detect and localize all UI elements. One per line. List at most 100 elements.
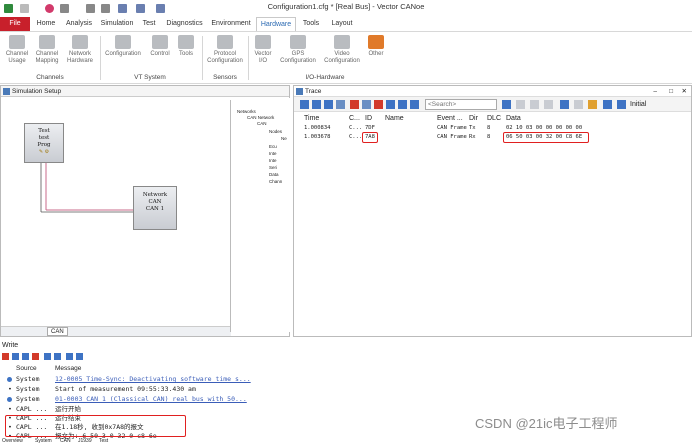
vector-io-icon	[255, 35, 271, 49]
vt-tools-button[interactable]: Tools	[175, 35, 197, 58]
col-channel[interactable]: C...	[349, 115, 360, 122]
clear-icon[interactable]	[2, 353, 9, 360]
col-message[interactable]: Message	[55, 365, 81, 372]
tree-nodes[interactable]: Nodes	[269, 129, 282, 134]
tab-test[interactable]: Test	[99, 438, 108, 444]
quick-access-bar: Configuration1.cfg * [Real Bus] - Vector…	[0, 0, 692, 17]
tab-analysis[interactable]: Analysis	[62, 17, 96, 31]
channel-usage-button[interactable]: Channel Usage	[3, 35, 31, 65]
toolbar-icon[interactable]	[588, 100, 597, 109]
tab-home[interactable]: Home	[32, 17, 60, 31]
simulation-setup-icon	[3, 88, 10, 95]
toolbar-icon[interactable]	[544, 100, 553, 109]
ribbon-separator	[202, 36, 203, 80]
tab-j1939[interactable]: J1939	[78, 438, 92, 444]
vt-control-icon	[152, 35, 168, 49]
col-name[interactable]: Name	[385, 115, 404, 122]
trace-row[interactable]: 1.003678 C... 7A8 CAN Frame Rx 8 06 50 0…	[304, 133, 684, 142]
toolbar-icon[interactable]	[336, 100, 345, 109]
vt-configuration-button[interactable]: Configuration	[103, 35, 143, 58]
tree-ecu[interactable]: Ecu	[269, 144, 277, 149]
tree-networks[interactable]: Networks	[237, 109, 256, 114]
test-node[interactable]: Test test Prog ✎ ⚙	[24, 123, 64, 163]
toolbar-icon[interactable]	[362, 100, 371, 109]
filter-icon[interactable]	[560, 100, 569, 109]
tab-simulation[interactable]: Simulation	[98, 17, 136, 31]
toolbar-icon[interactable]	[324, 100, 333, 109]
toolbar-icon[interactable]	[516, 100, 525, 109]
simulation-scrollbar[interactable]: CAN	[1, 326, 231, 336]
layout-icon[interactable]	[617, 100, 626, 109]
tab-environment[interactable]: Environment	[208, 17, 254, 31]
protocol-configuration-button[interactable]: Protocol Configuration	[205, 35, 245, 65]
group-vt-system-label: VT System	[134, 74, 166, 81]
other-icon	[368, 35, 384, 49]
window-title: Configuration1.cfg * [Real Bus] - Vector…	[267, 2, 425, 11]
channel-mapping-button[interactable]: Channel Mapping	[32, 35, 62, 65]
tree-data[interactable]: Data	[269, 172, 279, 177]
toolbar-icon[interactable]	[300, 100, 309, 109]
toolbar-icon[interactable]	[66, 353, 73, 360]
toolbar-icon[interactable]	[386, 100, 395, 109]
toolbar-icon[interactable]	[54, 353, 61, 360]
tree-node-item[interactable]: Ne	[281, 136, 287, 141]
stop-icon[interactable]	[32, 353, 39, 360]
toolbar-icon[interactable]	[22, 353, 29, 360]
toolbar-icon[interactable]	[76, 353, 83, 360]
tab-file[interactable]: File	[0, 17, 30, 31]
tab-overview[interactable]: Overview	[2, 438, 23, 444]
vt-configuration-icon	[115, 35, 131, 49]
highlight-output-box	[5, 415, 186, 437]
ribbon-tabs: File Home Analysis Simulation Test Diagn…	[0, 17, 692, 31]
network-hardware-button[interactable]: Network Hardware	[64, 35, 96, 65]
find-icon[interactable]	[502, 100, 511, 109]
network-tree: Networks CAN Network CAN Nodes Ne Ecu In…	[230, 100, 290, 332]
highlight-id-box	[362, 132, 378, 143]
col-source[interactable]: Source	[16, 365, 37, 372]
network-node-can1[interactable]: Network CAN CAN 1	[133, 186, 177, 230]
tab-can[interactable]: CAN	[47, 327, 68, 336]
minimize-icon[interactable]: –	[653, 86, 657, 97]
gps-configuration-button[interactable]: GPS Configuration	[278, 35, 318, 65]
toolbar-icon[interactable]	[574, 100, 583, 109]
tree-seri[interactable]: Seri	[269, 165, 277, 170]
toolbar-icon[interactable]	[12, 353, 19, 360]
tree-can-network[interactable]: CAN Network	[247, 115, 274, 120]
tab-tools[interactable]: Tools	[298, 17, 324, 31]
toolbar-icon[interactable]	[603, 100, 612, 109]
toolbar-icon[interactable]	[312, 100, 321, 109]
col-dir[interactable]: Dir	[469, 115, 478, 122]
toolbar-icon[interactable]	[530, 100, 539, 109]
col-dlc[interactable]: DLC	[487, 115, 501, 122]
toolbar-icon[interactable]	[398, 100, 407, 109]
col-event[interactable]: Event ...	[437, 115, 463, 122]
channel-usage-icon	[9, 35, 25, 49]
tab-system[interactable]: System	[35, 438, 52, 444]
layout-selector[interactable]: Initial	[630, 99, 646, 110]
vector-io-button[interactable]: Vector I/O	[251, 35, 275, 65]
col-id[interactable]: ID	[365, 115, 372, 122]
toolbar-icon[interactable]	[44, 353, 51, 360]
tree-chann[interactable]: Chann	[269, 179, 282, 184]
tab-can[interactable]: CAN	[60, 438, 71, 444]
video-configuration-button[interactable]: Video Configuration	[322, 35, 362, 65]
tab-layout[interactable]: Layout	[327, 17, 357, 31]
close-icon[interactable]: ✕	[682, 86, 687, 97]
tree-inte1[interactable]: Inte	[269, 151, 277, 156]
stop-icon[interactable]	[374, 100, 383, 109]
trace-row[interactable]: 1.000834 C... 7DF CAN Frame Tx 8 02 10 0…	[304, 124, 684, 133]
vt-control-button[interactable]: Control	[146, 35, 174, 58]
col-time[interactable]: Time	[304, 115, 319, 122]
tab-hardware[interactable]: Hardware	[256, 17, 296, 31]
trace-search-input[interactable]	[425, 99, 497, 110]
toolbar-icon[interactable]	[410, 100, 419, 109]
tree-can[interactable]: CAN	[257, 121, 267, 126]
tab-test[interactable]: Test	[138, 17, 160, 31]
tab-diagnostics[interactable]: Diagnostics	[163, 17, 206, 31]
maximize-icon[interactable]: □	[669, 86, 673, 97]
tree-inte2[interactable]: Inte	[269, 158, 277, 163]
other-button[interactable]: Other	[364, 35, 388, 58]
clear-icon[interactable]	[350, 100, 359, 109]
ribbon-separator	[248, 36, 249, 80]
col-data[interactable]: Data	[506, 115, 521, 122]
